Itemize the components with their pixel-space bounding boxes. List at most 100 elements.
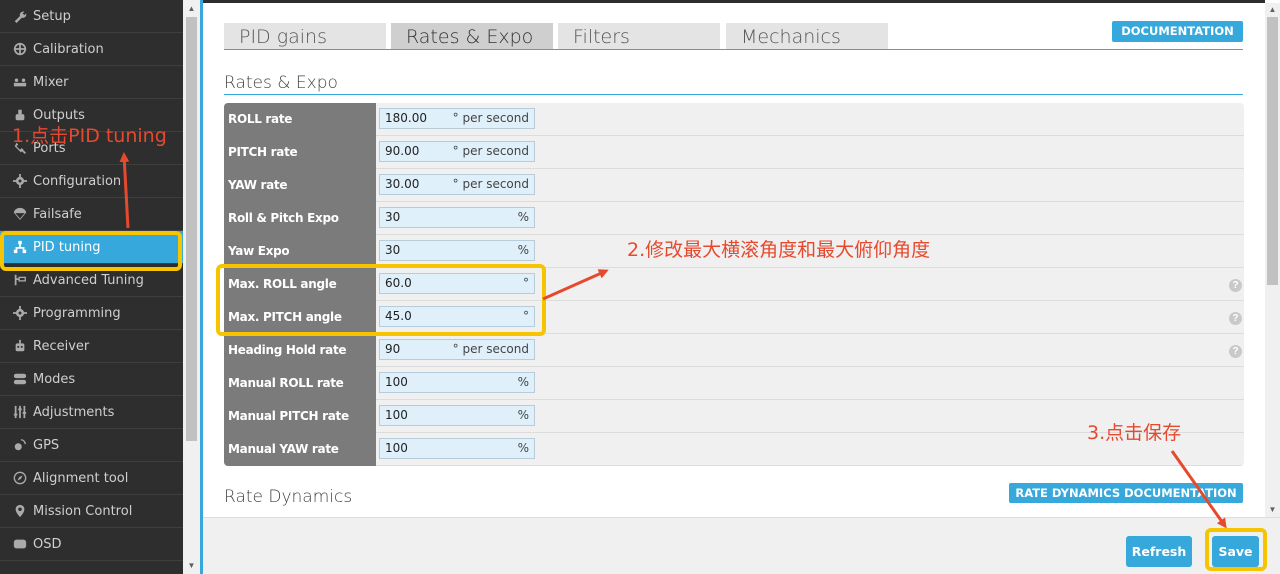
rate-label: Heading Hold rate limit — [224, 334, 376, 390]
main-scrollbar-thumb[interactable] — [1267, 17, 1278, 285]
tab-rates-expo[interactable]: Rates & Expo — [391, 23, 553, 50]
help-icon[interactable]: ? — [1229, 345, 1242, 358]
rate-value-input[interactable]: 100% — [379, 405, 535, 426]
section-title-rate-dynamics: Rate Dynamics — [224, 487, 353, 507]
sidebar-item-label: Mixer — [33, 74, 69, 90]
section-title-rates-expo: Rates & Expo — [224, 73, 338, 93]
rate-dynamics-documentation-button[interactable]: RATE DYNAMICS DOCUMENTATION — [1009, 483, 1243, 503]
scroll-up-arrow-icon[interactable]: ▲ — [183, 0, 200, 17]
rate-unit: % — [517, 441, 529, 455]
sidebar-item-setup[interactable]: Setup — [0, 0, 183, 33]
toggles-icon — [12, 372, 27, 387]
scroll-down-arrow-icon[interactable]: ▼ — [183, 557, 200, 574]
rate-value-input[interactable]: 90.00 ° per second — [379, 141, 535, 162]
rate-value-input[interactable]: 30.00 ° per second — [379, 174, 535, 195]
rate-value-input[interactable]: 90 ° per second — [379, 339, 535, 360]
rate-value: 30.00 — [385, 177, 420, 191]
parachute-icon — [12, 207, 27, 222]
sliders-icon — [12, 405, 27, 420]
sidebar-item-modes[interactable]: Modes — [0, 363, 183, 396]
rate-unit: % — [517, 375, 529, 389]
tab-underline — [224, 49, 1243, 50]
refresh-button[interactable]: Refresh — [1126, 536, 1192, 567]
sidebar-item-programming[interactable]: Programming — [0, 297, 183, 330]
sidebar-item-osd[interactable]: OSD — [0, 528, 183, 561]
rate-unit: ° per second — [452, 177, 529, 191]
sidebar-item-label: Configuration — [33, 173, 122, 189]
rate-label: Manual PITCH rate — [224, 400, 376, 433]
table-row: ROLL rate 180.00 ° per second — [224, 103, 1244, 136]
sidebar-item-label: Advanced Tuning — [33, 272, 144, 288]
rate-value: 100 — [385, 441, 408, 455]
sidebar-item-receiver[interactable]: Receiver — [0, 330, 183, 363]
osd-icon — [12, 537, 27, 552]
sidebar-item-failsafe[interactable]: Failsafe — [0, 198, 183, 231]
annotation-step3: 3.点击保存 — [1087, 422, 1182, 444]
sidebar-scrollbar-thumb[interactable] — [186, 17, 197, 441]
section-divider — [224, 94, 1243, 95]
help-icon[interactable]: ? — [1229, 279, 1242, 292]
sidebar-item-label: GPS — [33, 437, 60, 453]
bottom-toolbar: Refresh Save — [203, 517, 1280, 574]
rate-unit: ° per second — [452, 144, 529, 158]
sidebar-item-label: Mission Control — [33, 503, 133, 519]
sidebar-item-label: Setup — [33, 8, 71, 24]
help-icon[interactable]: ? — [1229, 312, 1242, 325]
rate-unit: ° per second — [452, 111, 529, 125]
scroll-up-arrow-icon[interactable]: ▲ — [1265, 3, 1280, 17]
sidebar-item-label: Receiver — [33, 338, 90, 354]
annotation-step1: 1.点击PID tuning — [12, 125, 167, 147]
rate-value: 100 — [385, 375, 408, 389]
advanced-tuning-icon — [12, 273, 27, 288]
annotation-step2: 2.修改最大横滚角度和最大俯仰角度 — [627, 239, 931, 261]
rate-value: 30 — [385, 210, 401, 224]
highlight-pid-tuning — [0, 231, 182, 271]
rate-value-input[interactable]: 100% — [379, 438, 535, 459]
rate-label: Manual YAW rate — [224, 433, 376, 466]
rate-value: 90.00 — [385, 144, 420, 158]
rate-unit: % — [517, 408, 529, 422]
wrench-icon — [12, 9, 27, 24]
table-row: YAW rate 30.00 ° per second — [224, 169, 1244, 202]
sidebar: Setup Calibration Mixer Outputs Ports Configu… — [0, 0, 183, 574]
compass-icon — [12, 471, 27, 486]
gear-icon — [12, 306, 27, 321]
sidebar-item-label: Modes — [33, 371, 76, 387]
rate-unit: % — [517, 210, 529, 224]
highlight-save-button — [1205, 528, 1267, 571]
rate-label: Manual ROLL rate — [224, 367, 376, 400]
crosshair-icon — [12, 42, 27, 57]
rate-value-input[interactable]: 100% — [379, 372, 535, 393]
sidebar-item-label: Failsafe — [33, 206, 82, 222]
documentation-button[interactable]: DOCUMENTATION — [1112, 21, 1243, 42]
sidebar-item-configuration[interactable]: Configuration — [0, 165, 183, 198]
rate-label: PITCH rate — [224, 136, 376, 169]
scroll-down-arrow-icon[interactable]: ▼ — [1265, 503, 1280, 517]
map-marker-icon — [12, 504, 27, 519]
table-row: Manual ROLL rate 100% — [224, 367, 1244, 400]
rate-unit: % — [517, 243, 529, 257]
table-row: Heading Hold rate limit 90 ° per second? — [224, 334, 1244, 390]
main-scrollbar[interactable]: ▲ ▼ — [1265, 3, 1280, 517]
sidebar-item-mission-control[interactable]: Mission Control — [0, 495, 183, 528]
sidebar-item-label: OSD — [33, 536, 62, 552]
tab-pid-gains[interactable]: PID gains — [224, 23, 386, 50]
rate-value: 100 — [385, 408, 408, 422]
sidebar-item-gps[interactable]: GPS — [0, 429, 183, 462]
tab-mechanics[interactable]: Mechanics — [726, 23, 888, 50]
rate-label: Roll & Pitch Expo — [224, 202, 376, 235]
sidebar-item-mixer[interactable]: Mixer — [0, 66, 183, 99]
sidebar-item-label: Alignment tool — [33, 470, 129, 486]
rate-value-input[interactable]: 30% — [379, 207, 535, 228]
rate-value-input[interactable]: 180.00 ° per second — [379, 108, 535, 129]
sidebar-item-label: Programming — [33, 305, 121, 321]
sidebar-item-label: Adjustments — [33, 404, 115, 420]
sidebar-scrollbar[interactable]: ▲ ▼ — [183, 0, 200, 574]
sidebar-item-alignment-tool[interactable]: Alignment tool — [0, 462, 183, 495]
sidebar-item-calibration[interactable]: Calibration — [0, 33, 183, 66]
gear-icon — [12, 174, 27, 189]
sidebar-item-adjustments[interactable]: Adjustments — [0, 396, 183, 429]
rate-value-input[interactable]: 30% — [379, 240, 535, 261]
mixer-icon — [12, 75, 27, 90]
tab-filters[interactable]: Filters — [558, 23, 720, 50]
